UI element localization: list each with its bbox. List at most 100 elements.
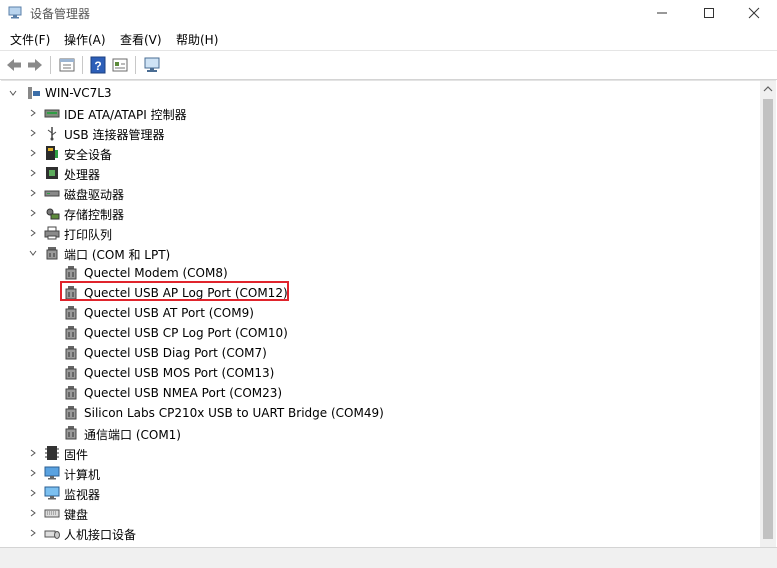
firmware-icon: [45, 446, 59, 460]
port-device-icon: [65, 406, 77, 420]
port-device-label: Quectel Modem (COM8): [84, 266, 228, 280]
disk-drive-icon: [44, 190, 60, 197]
category-label: 固件: [64, 448, 89, 462]
tree-category[interactable]: 计算机: [1, 463, 759, 483]
port-device-icon: [65, 426, 77, 440]
tree-category[interactable]: 存储控制器: [1, 203, 759, 223]
category-label: 安全设备: [64, 148, 113, 162]
processor-icon: [46, 167, 58, 179]
toolbar-separator: [82, 56, 83, 74]
port-device[interactable]: Quectel Modem (COM8): [1, 263, 759, 283]
highlight-box: [60, 281, 289, 301]
chevron-right-icon[interactable]: [29, 109, 37, 117]
close-button[interactable]: [731, 0, 777, 26]
tree-category[interactable]: 键盘: [1, 503, 759, 523]
chevron-right-icon[interactable]: [29, 489, 37, 497]
port-device-icon: [65, 266, 77, 280]
tree-category[interactable]: IDE ATA/ATAPI 控制器: [1, 103, 759, 123]
ide-controller-icon: [44, 109, 60, 118]
menu-file[interactable]: 文件(F): [10, 31, 50, 48]
port-device-label: Quectel USB AT Port (COM9): [84, 306, 254, 320]
title-bar: 设备管理器: [0, 0, 777, 26]
chevron-right-icon[interactable]: [29, 529, 37, 537]
tree-category[interactable]: 人机接口设备: [1, 523, 759, 543]
help-icon[interactable]: ?: [89, 56, 107, 74]
computer-root-icon: [28, 87, 40, 99]
port-device[interactable]: Quectel USB MOS Port (COM13): [1, 363, 759, 383]
menu-view[interactable]: 查看(V): [120, 31, 162, 48]
tree-category[interactable]: 处理器: [1, 163, 759, 183]
scrollbar-thumb[interactable]: [763, 99, 773, 539]
tree-category[interactable]: 监视器: [1, 483, 759, 503]
port-device[interactable]: Silicon Labs CP210x USB to UART Bridge (…: [1, 403, 759, 423]
toolbar: ?: [0, 50, 777, 80]
storage-controller-icon: [46, 208, 60, 220]
port-device-label: Quectel USB NMEA Port (COM23): [84, 386, 283, 400]
tree-category[interactable]: 磁盘驱动器: [1, 183, 759, 203]
port-device-icon: [65, 306, 77, 320]
toolbar-separator: [50, 56, 51, 74]
printer-icon: [44, 226, 60, 240]
chevron-right-icon[interactable]: [29, 229, 37, 237]
category-label: 端口 (COM 和 LPT): [64, 248, 171, 262]
tree-category-ports[interactable]: 端口 (COM 和 LPT): [1, 243, 759, 263]
back-arrow-icon[interactable]: [5, 56, 23, 74]
chevron-down-icon[interactable]: [29, 249, 37, 257]
close-icon: [748, 7, 760, 19]
menu-help[interactable]: 帮助(H): [176, 31, 218, 48]
port-icon: [46, 247, 58, 260]
port-device-icon: [65, 366, 77, 380]
category-label: IDE ATA/ATAPI 控制器: [64, 108, 187, 122]
port-device-label: Quectel USB MOS Port (COM13): [84, 366, 275, 380]
category-label: 监视器: [64, 488, 101, 502]
monitor-icon[interactable]: [143, 56, 161, 74]
port-device-label: Quectel USB CP Log Port (COM10): [84, 326, 288, 340]
window-title: 设备管理器: [30, 7, 91, 21]
tree-category[interactable]: USB 连接器管理器: [1, 123, 759, 143]
status-bar: [0, 547, 777, 568]
chevron-right-icon[interactable]: [29, 509, 37, 517]
category-label: 键盘: [64, 508, 89, 522]
category-label: 人机接口设备: [64, 528, 137, 542]
port-device-label: Quectel USB Diag Port (COM7): [84, 346, 267, 360]
chevron-right-icon[interactable]: [29, 169, 37, 177]
menu-action[interactable]: 操作(A): [64, 31, 106, 48]
port-device[interactable]: Quectel USB CP Log Port (COM10): [1, 323, 759, 343]
device-manager-app-icon: [8, 6, 22, 19]
chevron-right-icon[interactable]: [29, 129, 37, 137]
chevron-right-icon[interactable]: [29, 149, 37, 157]
vertical-scrollbar[interactable]: [760, 81, 776, 547]
category-label: USB 连接器管理器: [64, 128, 165, 142]
category-label: 处理器: [64, 168, 101, 182]
usb-icon: [47, 127, 57, 141]
properties-icon[interactable]: [58, 56, 76, 74]
svg-text:?: ?: [94, 59, 101, 73]
maximize-button[interactable]: [686, 0, 732, 26]
chevron-down-icon[interactable]: [9, 89, 17, 97]
security-device-icon: [46, 146, 58, 160]
category-label: 存储控制器: [64, 208, 125, 222]
tree-root[interactable]: WIN-VC7L3: [1, 83, 759, 103]
category-label: 打印队列: [64, 228, 113, 242]
chevron-right-icon[interactable]: [29, 189, 37, 197]
chevron-right-icon[interactable]: [29, 469, 37, 477]
hid-icon: [44, 530, 60, 539]
chevron-right-icon[interactable]: [29, 449, 37, 457]
port-device[interactable]: Quectel USB AT Port (COM9): [1, 303, 759, 323]
menu-bar: 文件(F) 操作(A) 查看(V) 帮助(H): [0, 28, 777, 50]
port-device[interactable]: 通信端口 (COM1): [1, 423, 759, 443]
tree-category[interactable]: 安全设备: [1, 143, 759, 163]
device-tree: WIN-VC7L3 IDE ATA/ATAPI 控制器 USB 连接器管理器 安…: [1, 81, 759, 547]
port-device[interactable]: Quectel USB NMEA Port (COM23): [1, 383, 759, 403]
monitor-icon: [44, 486, 60, 500]
tree-category[interactable]: 打印队列: [1, 223, 759, 243]
tree-category[interactable]: 固件: [1, 443, 759, 463]
chevron-right-icon[interactable]: [29, 209, 37, 217]
computer-icon: [44, 466, 60, 480]
minimize-button[interactable]: [639, 0, 685, 26]
forward-arrow-icon[interactable]: [26, 56, 44, 74]
port-device-icon: [65, 326, 77, 340]
port-device[interactable]: Quectel USB Diag Port (COM7): [1, 343, 759, 363]
show-hidden-icon[interactable]: [111, 56, 129, 74]
scroll-up-arrow-icon[interactable]: [760, 81, 776, 97]
